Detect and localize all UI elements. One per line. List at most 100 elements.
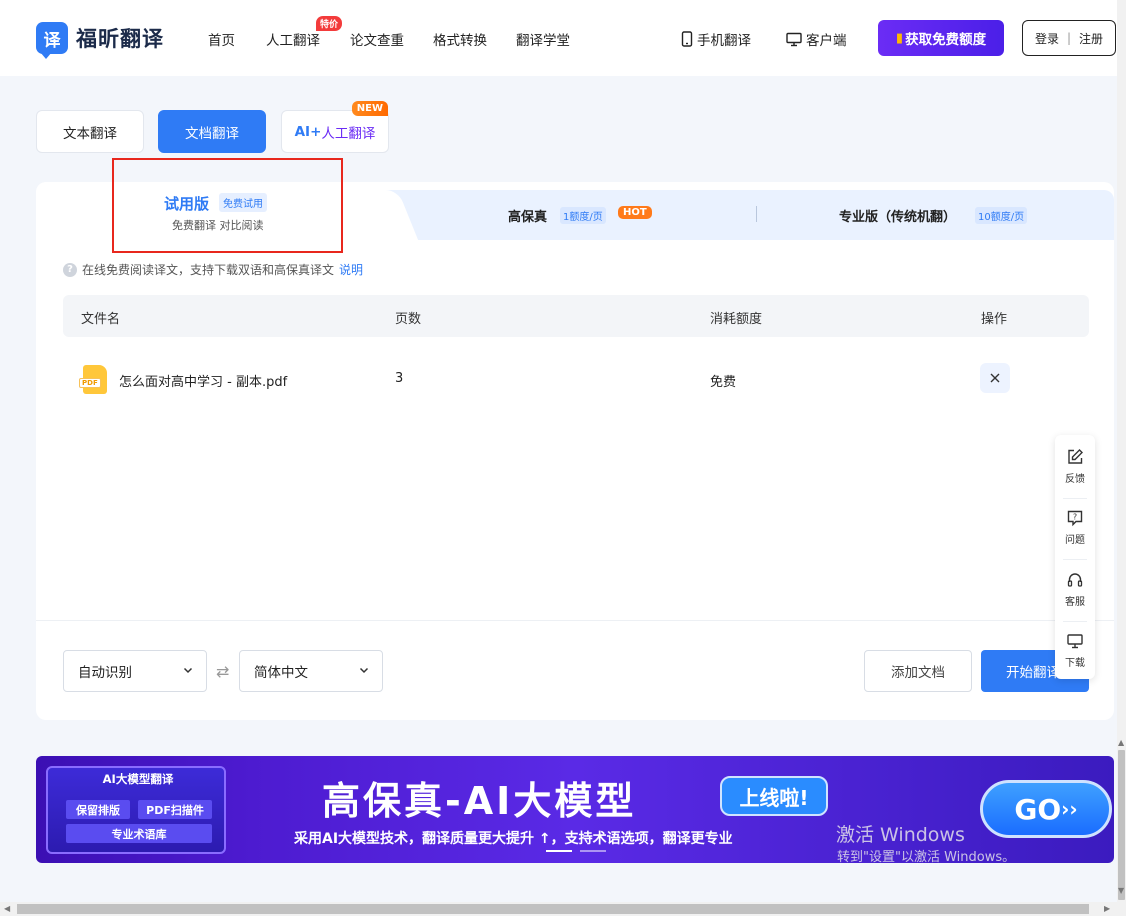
- ai-prefix: AI+: [294, 123, 322, 140]
- nav-home[interactable]: 首页: [208, 29, 235, 49]
- page-count: 3: [395, 371, 404, 386]
- logo[interactable]: 译 福昕翻译: [36, 22, 164, 59]
- edit-icon: [1068, 449, 1083, 464]
- banner-go-button[interactable]: GO ››: [980, 780, 1112, 838]
- table-header: 文件名 页数 消耗额度 操作: [63, 295, 1089, 337]
- nav-plagiarism-check[interactable]: 论文查重: [350, 29, 404, 49]
- target-language-value: 简体中文: [254, 665, 308, 681]
- tab-trial-title: 试用版: [164, 195, 210, 213]
- text-translate-button[interactable]: 文本翻译: [36, 110, 144, 153]
- monitor-icon: [786, 32, 802, 46]
- nav-translation-academy[interactable]: 翻译学堂: [516, 29, 570, 49]
- source-language-value: 自动识别: [78, 665, 132, 681]
- side-customer-service[interactable]: 客服: [1055, 562, 1095, 617]
- mobile-translate-link[interactable]: 手机翻译: [681, 29, 751, 49]
- side-feedback-label: 反馈: [1065, 474, 1085, 485]
- remove-file-button[interactable]: [980, 363, 1010, 393]
- tab-trial-subtitle: 免费翻译 对比阅读: [172, 219, 264, 232]
- col-pages: 页数: [395, 312, 422, 327]
- carousel-dots: [546, 850, 606, 852]
- side-separator: [1063, 559, 1087, 560]
- scroll-right-arrow-icon[interactable]: ▶: [1104, 904, 1110, 913]
- windows-watermark-title: 激活 Windows: [836, 824, 965, 846]
- ai-human-translate-button[interactable]: AI+ 人工翻译 NEW: [281, 101, 389, 153]
- nav-format-convert[interactable]: 格式转换: [433, 29, 487, 49]
- banner-chip-terms: 专业术语库: [66, 824, 212, 843]
- sale-tag: 特价: [316, 16, 343, 31]
- scroll-down-arrow-icon[interactable]: ▼: [1118, 886, 1124, 895]
- svg-text:?: ?: [1073, 513, 1077, 522]
- side-questions-label: 问题: [1065, 535, 1085, 546]
- banner-feature-box: AI大模型翻译 保留排版 PDF扫描件 专业术语库: [46, 766, 226, 854]
- ai-rest: 人工翻译: [321, 125, 376, 142]
- carousel-dot[interactable]: [546, 850, 572, 852]
- new-tag: NEW: [351, 101, 388, 116]
- hot-badge: HOT: [618, 206, 652, 219]
- banner-go-label: GO: [1014, 792, 1062, 826]
- promo-banner[interactable]: AI大模型翻译 保留排版 PDF扫描件 专业术语库 高保真-AI大模型 上线啦!…: [36, 756, 1114, 863]
- banner-subtitle: 采用AI大模型技术，翻译质量更大提升 ↑，支持术语选项，翻译更专业: [294, 831, 733, 847]
- cost-value: 免费: [710, 375, 737, 390]
- floating-sidebar: 反馈 ? 问题 客服 下载: [1055, 435, 1095, 679]
- tab-high-fidelity[interactable]: 高保真: [508, 206, 547, 225]
- scroll-left-arrow-icon[interactable]: ◀: [4, 904, 10, 913]
- side-download[interactable]: 下载: [1055, 623, 1095, 678]
- close-icon: [990, 373, 1000, 383]
- side-separator: [1063, 498, 1087, 499]
- info-explain-link[interactable]: 说明: [339, 261, 363, 278]
- gift-icon: ▮: [895, 30, 904, 46]
- client-link[interactable]: 客户端: [786, 29, 847, 49]
- col-filename: 文件名: [81, 312, 121, 327]
- tab-professional[interactable]: 专业版（传统机翻）: [839, 206, 956, 225]
- carousel-dot[interactable]: [580, 850, 606, 852]
- tab-high-fidelity-quota: 1额度/页: [560, 207, 606, 224]
- banner-box-title: AI大模型翻译: [102, 772, 174, 786]
- banner-title: 高保真-AI大模型: [322, 779, 637, 823]
- question-icon: ?: [1067, 510, 1083, 527]
- nav-human-translation-label: 人工翻译: [266, 33, 320, 49]
- client-label: 客户端: [806, 33, 847, 49]
- target-language-select[interactable]: 简体中文: [239, 650, 383, 692]
- tab-divider: [756, 206, 757, 222]
- source-language-select[interactable]: 自动识别: [63, 650, 207, 692]
- banner-chip-layout: 保留排版: [66, 800, 130, 819]
- info-text: 在线免费阅读译文，支持下载双语和高保真译文: [82, 263, 335, 277]
- tab-trial-badge: 免费试用: [219, 193, 267, 212]
- pdf-file-icon-label: PDF: [79, 378, 101, 388]
- scroll-up-arrow-icon[interactable]: ▲: [1118, 738, 1124, 747]
- top-header: 译 福昕翻译 首页 人工翻译 特价 论文查重 格式转换 翻译学堂 手机翻译 客户…: [0, 0, 1126, 76]
- login-link[interactable]: 登录: [1035, 30, 1059, 47]
- logo-mark-icon: 译: [36, 22, 68, 59]
- file-name: 怎么面对高中学习 - 副本.pdf: [119, 375, 288, 390]
- nav-human-translation[interactable]: 人工翻译 特价: [266, 16, 343, 49]
- col-cost: 消耗额度: [710, 312, 763, 327]
- banner-chip-pdf: PDF扫描件: [138, 800, 212, 819]
- question-circle-icon: ?: [63, 262, 77, 277]
- doc-translate-button[interactable]: 文档翻译: [158, 110, 266, 153]
- add-document-button[interactable]: 添加文档: [864, 650, 972, 692]
- side-download-label: 下载: [1065, 658, 1085, 669]
- col-actions: 操作: [981, 312, 1008, 327]
- get-free-quota-button[interactable]: ▮ 获取免费额度: [878, 20, 1004, 56]
- side-feedback[interactable]: 反馈: [1055, 439, 1095, 494]
- monitor-icon: [1067, 634, 1083, 649]
- windows-watermark-sub: 转到"设置"以激活 Windows。: [837, 850, 1016, 863]
- banner-launch-pill: 上线啦!: [720, 776, 828, 816]
- login-register-box: 登录 | 注册: [1022, 20, 1116, 56]
- chevron-down-icon: [359, 667, 369, 674]
- login-separator: |: [1066, 31, 1072, 45]
- mobile-translate-label: 手机翻译: [697, 33, 751, 49]
- headset-icon: [1067, 573, 1083, 587]
- horizontal-scroll-thumb[interactable]: [17, 904, 1089, 914]
- swap-languages-icon[interactable]: ⇄: [216, 662, 229, 681]
- phone-icon: [681, 31, 693, 47]
- logo-text: 福昕翻译: [76, 27, 164, 51]
- info-line: ? 在线免费阅读译文，支持下载双语和高保真译文 说明: [63, 261, 363, 278]
- translation-card: 试用版 免费试用 免费翻译 对比阅读 高保真 1额度/页 HOT 专业版（传统机…: [36, 182, 1114, 720]
- side-customer-service-label: 客服: [1065, 597, 1085, 608]
- table-row: PDF 怎么面对高中学习 - 副本.pdf 3 免费: [63, 358, 1089, 400]
- side-questions[interactable]: ? 问题: [1055, 500, 1095, 555]
- register-link[interactable]: 注册: [1079, 30, 1103, 47]
- vertical-scroll-thumb[interactable]: [1118, 750, 1125, 900]
- get-free-quota-label: 获取免费额度: [905, 32, 987, 48]
